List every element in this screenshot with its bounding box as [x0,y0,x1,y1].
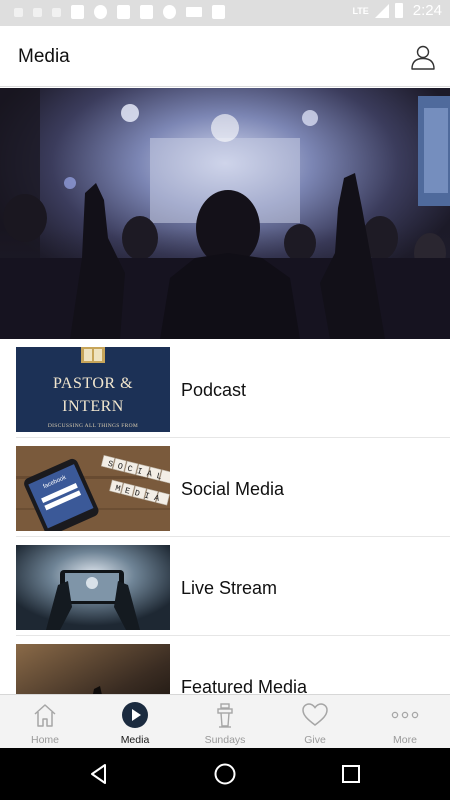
network-type: LTE [352,5,369,16]
media-item-podcast[interactable]: PASTOR & INTERN DISCUSSING ALL THINGS FR… [16,339,450,438]
media-list[interactable]: PASTOR & INTERN DISCUSSING ALL THINGS FR… [0,339,450,694]
notification-shopping-icon [140,5,153,19]
battery-icon [394,3,403,18]
notification-circle-icon [94,5,107,19]
media-item-label: Podcast [181,380,247,400]
notification-n-icon [212,5,225,19]
app-bar: Media [0,26,450,87]
nav-home[interactable]: Home [0,695,90,748]
signal-icon [374,3,389,18]
nav-media[interactable]: Media [90,695,180,748]
recents-icon[interactable] [339,762,363,786]
notification-globe-icon [163,5,176,19]
notification-dim-icon [14,7,23,17]
social-media-thumbnail: facebook SOCIAL MEDIA [16,446,170,531]
nav-sundays[interactable]: Sundays [180,695,270,748]
play-circle-icon [122,702,148,728]
bottom-navigation: Home Media Sundays Give More [0,694,450,748]
nav-label-sundays: Sundays [204,734,246,746]
clock: 2:24 [412,2,442,19]
user-icon [411,45,435,70]
heart-icon [302,703,328,726]
notification-dim-icon [33,7,42,17]
notification-app-icon [117,5,130,19]
more-dots-icon [391,711,419,719]
notification-app-icon [71,5,84,19]
hero-banner [0,88,450,339]
media-item-featured-media[interactable]: Featured Media [16,636,450,694]
home-icon [34,704,56,727]
notification-dim-icon [52,7,61,17]
phone-recording-concert-image [16,545,170,630]
media-item-label: Featured Media [181,677,308,694]
nav-label-give: Give [304,734,326,746]
notification-cnn-icon [186,7,202,17]
podcast-thumb-line-2: INTERN [62,398,124,415]
concert-worship-image [0,88,450,339]
system-navigation-bar [0,748,450,800]
media-item-social-media[interactable]: facebook SOCIAL MEDIA Social Media [16,438,450,537]
page-title: Media [18,46,70,67]
nav-label-media: Media [120,734,150,746]
media-item-live-stream[interactable]: Live Stream [16,537,450,636]
podcast-thumbnail: PASTOR & INTERN DISCUSSING ALL THINGS FR… [16,347,170,432]
nav-more[interactable]: More [360,695,450,748]
status-bar: LTE 2:24 [0,0,450,26]
featured-media-thumbnail [16,644,170,694]
worship-crowd-image [16,644,170,694]
podium-icon [217,703,233,728]
podcast-thumb-subtitle: DISCUSSING ALL THINGS FROM [47,423,139,429]
notification-icons [14,5,225,19]
book-icon [81,347,105,363]
live-stream-thumbnail [16,545,170,630]
phone-with-tiles-image: facebook SOCIAL MEDIA [16,446,170,531]
nav-label-home: Home [30,734,59,746]
media-item-label: Social Media [181,479,285,499]
back-icon[interactable] [87,762,111,786]
podcast-thumb-line-1: PASTOR & [52,375,134,392]
media-item-label: Live Stream [181,578,278,598]
profile-button[interactable] [410,44,436,70]
nav-label-more: More [393,734,417,746]
nav-give[interactable]: Give [270,695,360,748]
home-circle-icon[interactable] [213,762,237,786]
